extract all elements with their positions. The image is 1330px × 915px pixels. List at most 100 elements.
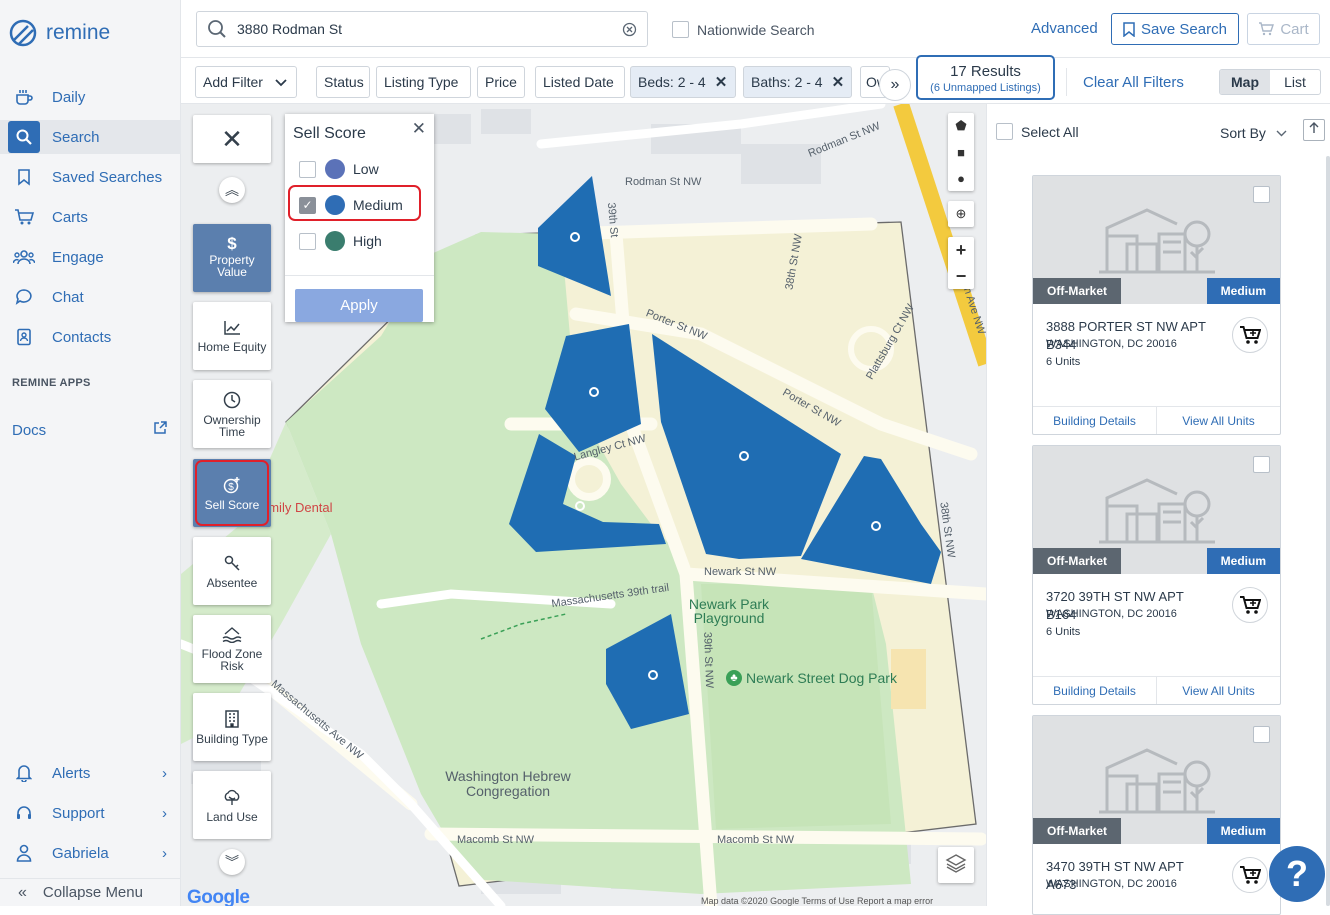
map-layers-button[interactable] [938, 847, 974, 883]
user-icon [12, 841, 36, 865]
filter-status[interactable]: Status [316, 66, 370, 98]
clear-search-icon[interactable] [622, 22, 637, 37]
building-details-link[interactable]: Building Details [1033, 677, 1157, 704]
option-high[interactable]: High [299, 228, 382, 254]
save-search-button[interactable]: Save Search [1111, 13, 1239, 45]
layer-property-value[interactable]: $ Property Value [193, 224, 271, 292]
zoom-controls: + − [948, 237, 974, 289]
layer-building-type[interactable]: Building Type [193, 693, 271, 761]
select-all[interactable]: Select All [996, 123, 1079, 140]
filter-listing-type[interactable]: Listing Type [376, 66, 471, 98]
option-high-checkbox[interactable] [299, 232, 316, 250]
logo-text: remine [46, 21, 111, 44]
clock-icon [223, 391, 241, 410]
headset-icon [12, 801, 36, 825]
add-to-cart-button[interactable] [1232, 317, 1268, 353]
rectangle-draw-icon[interactable]: ■ [948, 139, 974, 165]
nav-docs[interactable]: Docs [0, 413, 181, 447]
street-label: 39th St NW [701, 631, 716, 689]
layer-absentee[interactable]: Absentee [193, 537, 271, 605]
logo[interactable]: remine [8, 18, 110, 48]
layer-ownership-time[interactable]: Ownership Time [193, 380, 271, 448]
listing-checkbox[interactable] [1253, 186, 1270, 203]
nationwide-search-toggle[interactable]: Nationwide Search [672, 21, 815, 38]
map-view-button[interactable]: Map [1220, 70, 1270, 94]
filter-baths[interactable]: Baths: 2 - 4 ✕ [743, 66, 852, 98]
close-layers-button[interactable]: ✕ [193, 115, 271, 163]
double-chevron-right-icon: » [890, 76, 900, 93]
building-icon [224, 709, 240, 729]
zoom-out-button[interactable]: − [948, 263, 974, 289]
filter-beds[interactable]: Beds: 2 - 4 ✕ [630, 66, 736, 98]
apply-button[interactable]: Apply [295, 289, 423, 322]
clear-all-filters-link[interactable]: Clear All Filters [1083, 74, 1184, 91]
nav-engage[interactable]: Engage [0, 240, 181, 274]
sort-by-dropdown[interactable]: Sort By [1220, 124, 1287, 142]
close-icon: ✕ [221, 124, 243, 154]
scroll-down-button[interactable]: ︾ [219, 849, 245, 875]
circle-draw-icon[interactable]: ● [948, 165, 974, 191]
select-all-checkbox[interactable] [996, 123, 1013, 140]
nav-carts[interactable]: Carts [0, 200, 181, 234]
nav-chat[interactable]: Chat [0, 280, 181, 314]
map[interactable]: Rodman St NW Rodman St NW 39th St 38th S… [181, 104, 986, 906]
collapse-menu-button[interactable]: « Collapse Menu [0, 878, 181, 906]
listing-image[interactable]: Off-Market Medium [1033, 716, 1280, 844]
nav-contacts[interactable]: Contacts [0, 320, 181, 354]
add-to-cart-button[interactable] [1232, 857, 1268, 893]
cart-button[interactable]: Cart [1247, 13, 1320, 45]
view-toggle: Map List [1219, 69, 1321, 95]
scroll-up-button[interactable]: ︽ [219, 177, 245, 203]
polygon-draw-icon[interactable]: ⬟ [948, 113, 974, 139]
results-count-box[interactable]: 17 Results (6 Unmapped Listings) [916, 55, 1055, 100]
building-details-link[interactable]: Building Details [1033, 407, 1157, 434]
cart-icon [12, 205, 36, 229]
house-placeholder-icon [1099, 748, 1215, 814]
remine-logo-icon [9, 19, 37, 47]
nationwide-checkbox[interactable] [672, 21, 689, 38]
close-icon[interactable]: ✕ [412, 119, 426, 139]
unmapped-listings-link[interactable]: (6 Unmapped Listings) [918, 82, 1053, 94]
filter-listed-date[interactable]: Listed Date [535, 66, 625, 98]
view-all-units-link[interactable]: View All Units [1157, 677, 1280, 704]
listing-card[interactable]: Off-Market Medium 3720 39TH ST NW APT B164… [1032, 445, 1281, 705]
help-button[interactable]: ? [1269, 846, 1325, 902]
high-color-dot [325, 231, 345, 251]
nav-search[interactable]: Search [0, 120, 181, 154]
listing-image[interactable]: Off-Market Medium [1033, 446, 1280, 574]
zoom-in-button[interactable]: + [948, 237, 974, 263]
filter-price[interactable]: Price [477, 66, 525, 98]
remove-filter-icon[interactable]: ✕ [832, 73, 845, 91]
nav-daily[interactable]: Daily [0, 80, 181, 114]
layer-land-use[interactable]: Land Use [193, 771, 271, 839]
nav-profile[interactable]: Gabriela › [0, 836, 181, 870]
listing-image[interactable]: Off-Market Medium [1033, 176, 1280, 304]
nav-support[interactable]: Support › [0, 796, 181, 830]
listing-checkbox[interactable] [1253, 456, 1270, 473]
listing-card[interactable]: Off-Market Medium 3470 39TH ST NW APT A673… [1032, 715, 1281, 915]
list-view-button[interactable]: List [1270, 70, 1320, 94]
nav-alerts[interactable]: Alerts › [0, 756, 181, 790]
map-attribution: Map data ©2020 Google Terms of Use Repor… [701, 896, 934, 906]
view-all-units-link[interactable]: View All Units [1157, 407, 1280, 434]
search-input[interactable]: 3880 Rodman St [196, 11, 648, 47]
sell-score-title: Sell Score [293, 125, 366, 142]
sort-direction-button[interactable] [1303, 119, 1325, 141]
option-low[interactable]: Low [299, 156, 379, 182]
listing-checkbox[interactable] [1253, 726, 1270, 743]
listing-card[interactable]: Off-Market Medium 3888 PORTER ST NW APT B3… [1032, 175, 1281, 435]
add-filter-dropdown[interactable]: Add Filter [195, 66, 297, 98]
locate-button[interactable]: ⊕ [948, 201, 974, 227]
nav-saved-searches[interactable]: Saved Searches [0, 160, 181, 194]
option-low-checkbox[interactable] [299, 160, 316, 178]
advanced-link[interactable]: Advanced [1031, 20, 1098, 37]
more-filters-button[interactable]: » [879, 69, 911, 101]
card-links: Building Details View All Units [1033, 676, 1280, 704]
scrollbar[interactable] [1326, 156, 1330, 906]
remove-filter-icon[interactable]: ✕ [715, 73, 728, 91]
bookmark-icon [1123, 21, 1135, 37]
layer-home-equity[interactable]: Home Equity [193, 302, 271, 370]
add-to-cart-button[interactable] [1232, 587, 1268, 623]
layers-icon [945, 853, 967, 878]
layer-flood-zone[interactable]: Flood Zone Risk [193, 615, 271, 683]
